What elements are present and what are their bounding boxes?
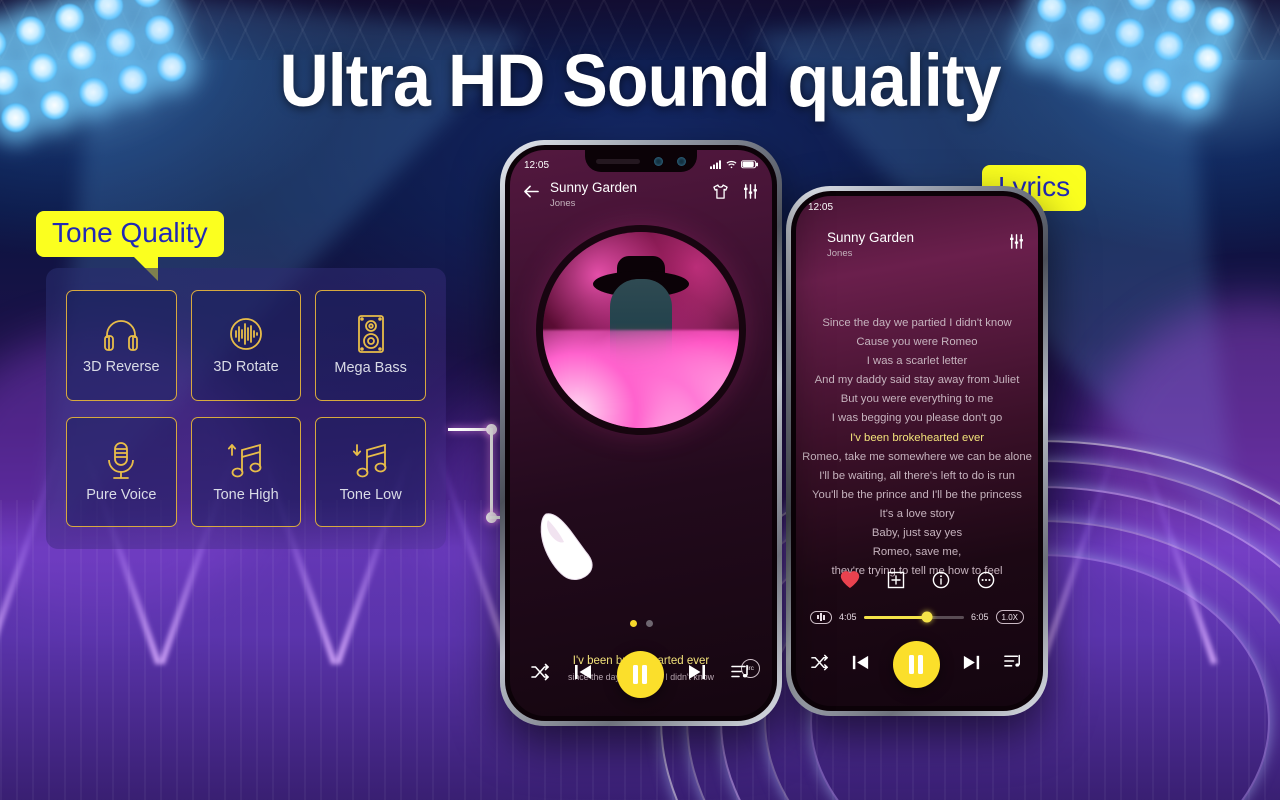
- effect-tile-3d-rotate[interactable]: 3D Rotate: [190, 290, 302, 401]
- battery-icon: [741, 156, 759, 174]
- status-time: 12:05: [808, 202, 834, 213]
- next-icon[interactable]: [686, 661, 708, 688]
- equalizer-icon[interactable]: [1008, 233, 1025, 255]
- lyric-line: I'll be waiting, all there's left to do …: [819, 469, 1015, 482]
- page-dot[interactable]: [645, 620, 653, 627]
- heart-icon[interactable]: [840, 570, 860, 594]
- lyrics-list[interactable]: Since the day we partied I didn't know C…: [796, 314, 1038, 581]
- lyric-line: It's a love story: [879, 507, 955, 520]
- lyric-line: Romeo, save me,: [872, 546, 962, 559]
- transport-controls: [796, 641, 1038, 688]
- microphone-icon: [104, 441, 138, 481]
- tshirt-icon[interactable]: [712, 183, 729, 205]
- phone-notch: [585, 150, 697, 172]
- effect-tile-label: Tone Low: [339, 486, 402, 503]
- lyric-line: Cause you were Romeo: [856, 336, 978, 349]
- page-indicator: [510, 620, 772, 627]
- front-camera-icon: [654, 156, 663, 166]
- effect-tile-tone-low[interactable]: Tone Low: [315, 416, 426, 527]
- status-bar: 12:05: [796, 196, 1038, 213]
- shuffle-icon[interactable]: [810, 653, 829, 677]
- waveform-circle-icon: [226, 315, 266, 353]
- lyric-line: I was begging you please don't go: [831, 412, 1003, 425]
- action-row: [796, 570, 1038, 594]
- wifi-icon: [726, 156, 737, 174]
- phone-player-view: 12:05 Sunny Garden Jones I'v been ever s…: [500, 140, 782, 726]
- lyric-line-active: I'v been brokehearted ever: [849, 431, 985, 444]
- play-pause-button[interactable]: [892, 641, 940, 688]
- music-note-down-icon: [349, 441, 393, 481]
- effect-tile-3d-reverse[interactable]: 3D Reverse: [66, 290, 177, 401]
- next-icon[interactable]: [961, 652, 982, 678]
- player-header: Sunny Garden Jones: [510, 180, 772, 209]
- song-artist: Jones: [827, 247, 853, 259]
- face-sensor-icon: [677, 156, 686, 166]
- lyrics-screen: 12:05 Sunny Garden Jones Since the day w…: [796, 196, 1038, 706]
- lyric-line: I was a scarlet letter: [866, 355, 968, 368]
- effect-tile-label: 3D Rotate: [213, 359, 279, 376]
- progress-row: 4:05 6:05 1.0X: [796, 610, 1038, 624]
- shuffle-icon[interactable]: [530, 662, 550, 687]
- current-time: 4:05: [839, 612, 857, 622]
- player-screen: 12:05 Sunny Garden Jones I'v been ever s…: [510, 150, 772, 716]
- previous-icon[interactable]: [850, 652, 871, 678]
- status-time: 12:05: [524, 159, 550, 171]
- playlist-queue-icon[interactable]: [730, 662, 752, 688]
- lyric-line: Baby, just say yes: [871, 527, 963, 540]
- speaker-icon: [352, 314, 390, 354]
- album-art-wrap: [510, 232, 772, 428]
- effect-tile-label: Mega Bass: [334, 360, 407, 377]
- headphones-icon: [101, 315, 141, 353]
- total-time: 6:05: [971, 612, 989, 622]
- effect-tile-label: Tone High: [213, 486, 279, 503]
- back-arrow-icon[interactable]: [523, 180, 540, 204]
- equalizer-icon[interactable]: [742, 183, 759, 205]
- song-title: Sunny Garden: [827, 230, 915, 245]
- music-note-up-icon: [224, 441, 268, 481]
- equalizer-pill-icon[interactable]: [810, 610, 832, 624]
- transport-controls: [510, 651, 772, 698]
- previous-icon[interactable]: [572, 661, 594, 688]
- progress-slider[interactable]: [863, 611, 964, 623]
- effect-tile-label: Pure Voice: [86, 486, 157, 503]
- effect-tile-pure-voice[interactable]: Pure Voice: [66, 416, 177, 527]
- callout-tone-quality: Tone Quality: [36, 211, 224, 282]
- lyric-line: You'll be the prince and I'll be the pri…: [812, 488, 1022, 501]
- page-title: Ultra HD Sound quality: [279, 39, 1001, 122]
- playback-speed-badge[interactable]: 1.0X: [995, 610, 1024, 624]
- lyric-line: Romeo, take me somewhere we can be alone: [802, 450, 1032, 463]
- effect-tile-mega-bass[interactable]: Mega Bass: [315, 290, 426, 401]
- add-to-playlist-icon[interactable]: [887, 571, 905, 594]
- status-icons: [710, 156, 759, 174]
- playlist-queue-icon[interactable]: [1003, 652, 1024, 677]
- info-icon[interactable]: [932, 571, 950, 594]
- callout-tone-quality-label: Tone Quality: [52, 217, 208, 248]
- hand-cursor-icon: [536, 508, 610, 594]
- song-title: Sunny Garden: [550, 180, 638, 195]
- effect-tile-label: 3D Reverse: [83, 359, 160, 376]
- lyrics-header: Sunny Garden Jones: [796, 230, 1038, 259]
- lyric-line: But you were everything to me: [840, 393, 994, 406]
- signal-icon: [710, 156, 722, 174]
- lyric-line: And my daddy said stay away from Juliet: [814, 374, 1020, 387]
- earpiece-speaker: [596, 158, 640, 164]
- lyric-line: Since the day we partied I didn't know: [822, 317, 1012, 329]
- tone-quality-panel: 3D Reverse 3D Rotate Mega Bass Pure Voic…: [46, 268, 446, 549]
- page-dot-active[interactable]: [629, 620, 637, 627]
- song-artist: Jones: [550, 197, 576, 209]
- album-art[interactable]: [543, 232, 739, 428]
- phone-lyrics-view: 12:05 Sunny Garden Jones Since the day w…: [786, 186, 1048, 716]
- effect-tile-tone-high[interactable]: Tone High: [190, 416, 302, 527]
- more-icon[interactable]: [977, 571, 995, 594]
- play-pause-button[interactable]: [616, 651, 664, 698]
